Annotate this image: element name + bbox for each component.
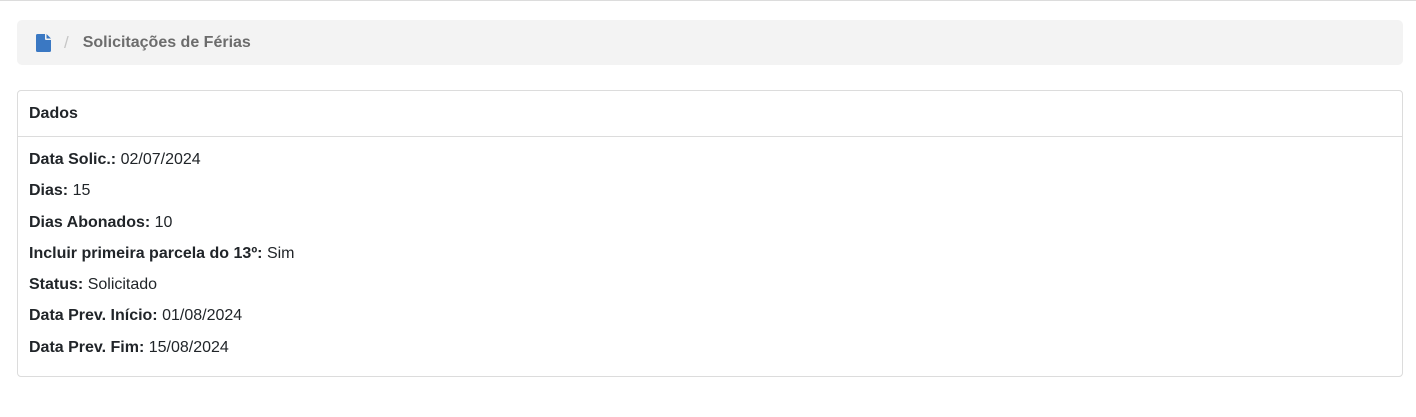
field-label: Data Solic.: — [29, 151, 117, 168]
field-value: 15 — [72, 182, 91, 200]
document-icon[interactable] — [36, 33, 51, 52]
field-label: Data Prev. Início: — [29, 307, 158, 325]
field-value: 01/08/2024 — [162, 307, 243, 325]
field-label: Status: — [29, 276, 84, 294]
field-label: Incluir primeira parcela do 13º: — [29, 244, 263, 262]
field-data-solic: Data Solic.: 02/07/2024 — [29, 149, 1402, 180]
field-value: 10 — [154, 213, 173, 231]
field-dias-abonados: Dias Abonados: 10 — [29, 212, 1402, 243]
field-value: Solicitado — [87, 276, 158, 294]
breadcrumb: / Solicitações de Férias — [17, 20, 1403, 65]
field-label: Dias Abonados: — [29, 213, 151, 231]
field-value: 15/08/2024 — [148, 338, 229, 356]
field-label: Data Prev. Fim: — [29, 338, 145, 356]
card-body: Data Solic.: 02/07/2024 Dias: 15 Dias Ab… — [18, 137, 1402, 368]
breadcrumb-current: Solicitações de Férias — [82, 33, 251, 51]
card-title: Dados — [18, 91, 1402, 137]
field-value: 02/07/2024 — [120, 151, 201, 168]
top-divider — [0, 0, 1416, 1]
breadcrumb-separator: / — [64, 32, 69, 52]
field-incluir-13: Incluir primeira parcela do 13º: Sim — [29, 243, 1402, 274]
data-card: Dados Data Solic.: 02/07/2024 Dias: 15 D… — [17, 90, 1403, 377]
field-label: Dias: — [29, 182, 69, 200]
field-data-prev-fim: Data Prev. Fim: 15/08/2024 — [29, 337, 1402, 368]
field-dias: Dias: 15 — [29, 180, 1402, 211]
field-status: Status: Solicitado — [29, 274, 1402, 305]
field-value: Sim — [266, 244, 295, 262]
field-data-prev-inicio: Data Prev. Início: 01/08/2024 — [29, 305, 1402, 336]
